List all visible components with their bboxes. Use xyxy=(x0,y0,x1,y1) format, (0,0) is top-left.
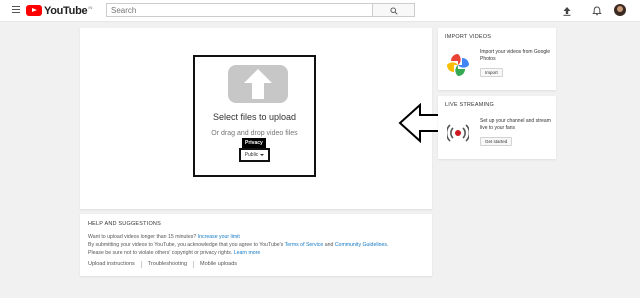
live-stream-icon xyxy=(447,124,469,142)
import-videos-card: IMPORT VIDEOS Import your videos from Go… xyxy=(438,28,556,90)
youtube-logo[interactable]: YouTube IN xyxy=(26,4,92,17)
live-streaming-title: LIVE STREAMING xyxy=(445,102,494,108)
import-videos-text: Import your videos from Google Photos xyxy=(480,49,551,62)
avatar[interactable] xyxy=(614,4,626,16)
top-bar: YouTube IN xyxy=(0,0,640,22)
terms-of-service-link[interactable]: Terms of Service xyxy=(285,242,324,248)
help-line-copyright: Please be sure not to violate others' co… xyxy=(88,250,261,256)
logo-text: YouTube xyxy=(44,4,88,17)
youtube-play-icon xyxy=(26,5,42,16)
drag-drop-hint: Or drag and drop video files xyxy=(211,130,298,137)
privacy-value: Public xyxy=(244,152,259,158)
upload-panel: Select files to upload Or drag and drop … xyxy=(80,28,452,209)
google-photos-icon xyxy=(447,54,469,76)
upload-arrow-icon[interactable] xyxy=(228,65,288,103)
mobile-uploads-link[interactable]: Mobile uploads xyxy=(200,261,237,268)
privacy-tooltip: Privacy xyxy=(242,138,266,148)
help-line-terms: By submitting your videos to YouTube, yo… xyxy=(88,242,389,248)
search-button[interactable] xyxy=(373,3,415,17)
caret-down-icon xyxy=(260,154,265,156)
live-streaming-card: LIVE STREAMING Set up your channel and s… xyxy=(438,96,556,159)
select-files-label[interactable]: Select files to upload xyxy=(195,112,314,122)
help-links: Upload instructions Troubleshooting Mobi… xyxy=(88,261,237,268)
import-videos-title: IMPORT VIDEOS xyxy=(445,34,492,40)
community-guidelines-link[interactable]: Community Guidelines xyxy=(335,242,387,248)
logo-region: IN xyxy=(88,5,93,10)
live-streaming-text: Set up your channel and stream live to y… xyxy=(480,118,551,131)
get-started-button[interactable]: Get started xyxy=(480,137,513,146)
divider xyxy=(193,261,195,268)
troubleshooting-link[interactable]: Troubleshooting xyxy=(148,261,187,268)
divider xyxy=(140,261,142,268)
help-suggestions-panel: HELP AND SUGGESTIONS Want to upload vide… xyxy=(80,214,432,276)
search-icon xyxy=(390,7,398,15)
menu-icon[interactable] xyxy=(12,6,20,14)
privacy-dropdown[interactable]: Public xyxy=(239,148,270,162)
bell-icon[interactable] xyxy=(591,4,603,16)
file-drop-zone[interactable]: Select files to upload Or drag and drop … xyxy=(193,55,316,177)
upload-instructions-link[interactable]: Upload instructions xyxy=(88,261,135,268)
help-line-upload-limit: Want to upload videos longer than 15 min… xyxy=(88,234,240,240)
search-input[interactable] xyxy=(106,3,373,17)
help-title: HELP AND SUGGESTIONS xyxy=(88,221,161,227)
import-button[interactable]: Import xyxy=(480,68,503,77)
learn-more-link[interactable]: Learn more xyxy=(234,250,261,256)
upload-icon[interactable] xyxy=(561,4,573,16)
increase-limit-link[interactable]: Increase your limit xyxy=(198,234,240,240)
